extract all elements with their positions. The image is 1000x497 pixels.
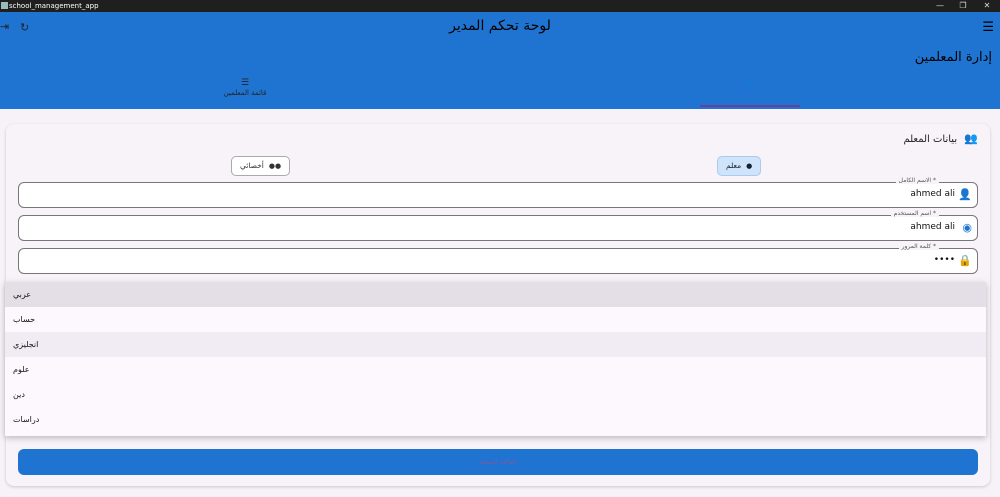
password-value: •••• <box>933 255 955 265</box>
card-header-title: بيانات المعلم <box>903 134 958 145</box>
restore-button[interactable]: ❐ <box>956 0 970 12</box>
menu-icon[interactable]: ☰ <box>982 20 994 35</box>
role-teacher-button[interactable]: ● معلم <box>717 156 762 176</box>
app-bar: ⇥ ↻ لوحة تحكم المدير ☰ إدارة المعلمين 👤 … <box>0 12 1000 109</box>
username-label: اسم المستخدم * <box>890 210 939 217</box>
password-field[interactable]: كلمة المرور * •••• 🔒 <box>18 243 978 274</box>
account-circle-icon: ◉ <box>962 221 972 234</box>
full-name-field[interactable]: الاسم الكامل * ahmed ali 👤 <box>18 177 978 208</box>
card-header: 👥 بيانات المعلم <box>903 132 978 145</box>
role-specialist-label: أخصائي <box>240 161 264 170</box>
person-icon: 👤 <box>958 188 972 201</box>
close-button[interactable]: ✕ <box>980 0 994 12</box>
tab-teacher-list-label: قائمة المعلمين <box>223 89 267 97</box>
add-teacher-button-label: إضافة المعلم <box>479 458 517 466</box>
full-name-label: الاسم الكامل * <box>895 177 939 184</box>
password-label: كلمة المرور * <box>898 243 939 250</box>
tab-add-teacher[interactable]: 👤 <box>690 78 810 89</box>
group-add-icon: 👥 <box>964 132 978 145</box>
app-icon <box>1 2 8 9</box>
window-titlebar: school_management_app — ❐ ✕ <box>0 0 1000 12</box>
people-icon: ●● <box>268 162 282 170</box>
role-teacher-label: معلم <box>726 161 742 170</box>
full-name-value: ahmed ali <box>910 189 955 199</box>
username-field[interactable]: اسم المستخدم * ahmed ali ◉ <box>18 210 978 241</box>
dropdown-option[interactable]: دين <box>5 382 986 407</box>
list-icon: ☰ <box>240 78 250 88</box>
dropdown-option[interactable]: علوم <box>5 357 986 382</box>
person-icon: ● <box>746 162 753 170</box>
tab-indicator <box>700 105 800 107</box>
tab-teacher-list[interactable]: ☰ قائمة المعلمين <box>185 78 305 97</box>
window-title: school_management_app <box>9 2 99 10</box>
dropdown-option[interactable]: عربي <box>5 282 986 307</box>
lock-icon: 🔒 <box>958 254 972 267</box>
dropdown-option[interactable]: دراسات <box>5 407 986 432</box>
dropdown-option[interactable]: حساب <box>5 307 986 332</box>
subject-dropdown-menu: عربي حساب انجليزي علوم دين دراسات <box>5 282 986 436</box>
add-teacher-button[interactable]: إضافة المعلم <box>18 449 978 475</box>
username-value: ahmed ali <box>910 222 955 232</box>
dropdown-option[interactable]: انجليزي <box>5 332 986 357</box>
role-specialist-button[interactable]: ●● أخصائي <box>231 156 291 176</box>
person-add-icon: 👤 <box>744 78 756 88</box>
minimize-button[interactable]: — <box>933 0 947 12</box>
section-title: إدارة المعلمين <box>914 50 992 65</box>
page-title: لوحة تحكم المدير <box>449 18 551 34</box>
